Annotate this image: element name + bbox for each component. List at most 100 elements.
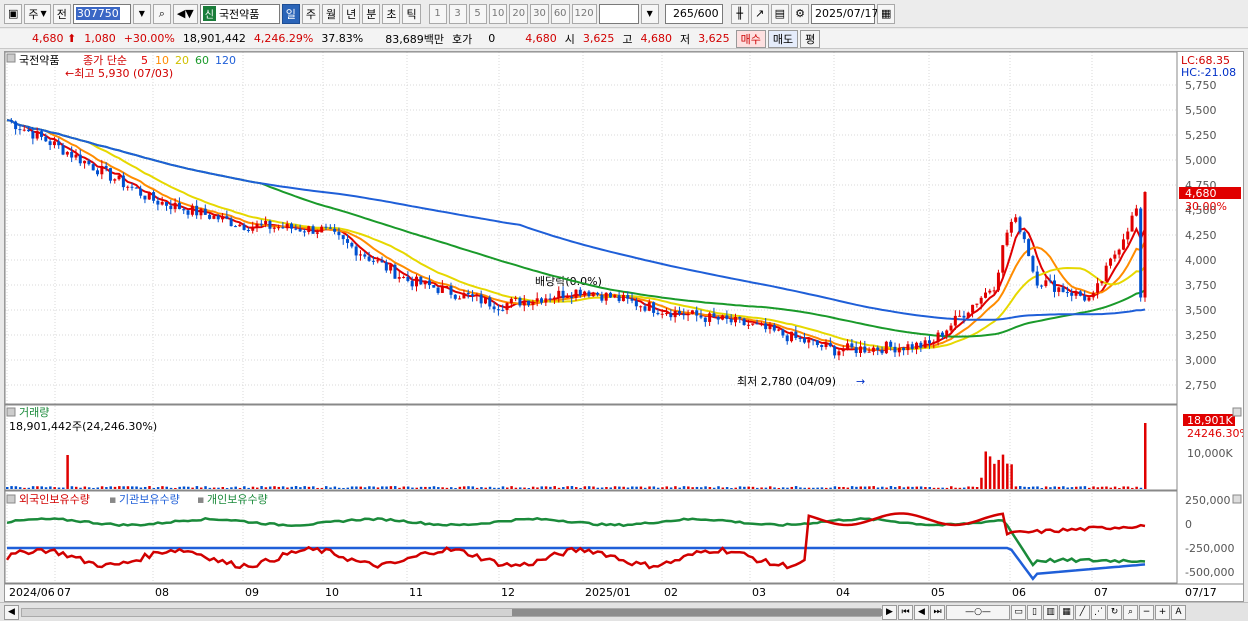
holdings-menu-icon[interactable] [6, 494, 16, 504]
volume-bar [768, 486, 772, 489]
interval-3[interactable]: 3 [448, 3, 467, 24]
candle-body [462, 292, 466, 299]
volume-bar [406, 486, 410, 489]
candle-body [850, 343, 854, 348]
candle-body [324, 226, 328, 228]
candle-body [139, 188, 143, 196]
tab-minute[interactable]: 분 [362, 3, 381, 24]
zoom-out-icon[interactable]: − [1139, 604, 1154, 620]
candle-body [673, 311, 677, 318]
chart-area[interactable]: 국전약품 종가 단순 5 10 20 60 120 ←최고 5,930 (07/… [4, 51, 1244, 602]
eval-button[interactable]: 평 [800, 29, 821, 48]
volume-bar [1139, 487, 1143, 489]
count-input[interactable]: 265/600 [664, 3, 723, 24]
candle-body [893, 346, 897, 353]
auto-icon[interactable]: A [1171, 604, 1186, 620]
candle-body [83, 160, 87, 164]
zoom-in-icon[interactable]: + [1155, 604, 1170, 620]
volume-bar [678, 487, 681, 489]
price-tick-label: 3,000 [1185, 354, 1217, 367]
volume-bar [174, 487, 177, 489]
scroll-thumb[interactable] [512, 608, 882, 616]
volume-bar [131, 486, 134, 489]
candle-body [376, 260, 380, 262]
search-icon[interactable]: ⌕ [152, 3, 171, 24]
volume-bar [945, 487, 949, 489]
go-first-icon[interactable]: ⏮ [898, 604, 913, 620]
interval-120[interactable]: 120 [571, 3, 597, 24]
zoom-icon[interactable]: ⌕ [1123, 604, 1138, 620]
tab-day[interactable]: 일 [281, 3, 300, 24]
hoga-label: 호가 [452, 32, 473, 46]
volume-bar [312, 486, 315, 489]
layout-2-icon[interactable]: ▯ [1027, 604, 1042, 620]
zoom-slider[interactable]: —○— [946, 604, 1010, 620]
candle-body [294, 228, 298, 230]
sell-button[interactable]: 매도 [767, 29, 799, 48]
tab-tick[interactable]: 틱 [402, 3, 421, 24]
draw-multi-icon[interactable]: ⋰ [1091, 604, 1106, 620]
candle-body [639, 306, 643, 308]
draw-line-icon[interactable]: ╱ [1075, 604, 1090, 620]
volume-bar [682, 486, 686, 489]
volume-bar [747, 486, 750, 489]
save-icon[interactable]: ▤ [770, 3, 790, 24]
candle-body [932, 341, 936, 344]
stock-chart[interactable]: 국전약품 종가 단순 5 10 20 60 120 ←최고 5,930 (07/… [5, 52, 1243, 601]
buy-button[interactable]: 매수 [735, 29, 766, 48]
interval-5[interactable]: 5 [468, 3, 487, 24]
code-dropdown-icon[interactable]: ▼ [132, 3, 151, 24]
stock-name-box[interactable]: 신 국전약품 [199, 3, 280, 24]
go-last-icon[interactable]: ⏭ [930, 604, 945, 620]
period-select[interactable]: 주 ▼ [24, 3, 51, 24]
x-axis-label: 08 [155, 586, 169, 599]
refresh-icon[interactable]: ↻ [1107, 604, 1122, 620]
interval-10[interactable]: 10 [488, 3, 508, 24]
interval-30[interactable]: 30 [530, 3, 549, 24]
holdings-close-icon[interactable] [1232, 494, 1242, 504]
scroll-left-icon[interactable]: ◀ [4, 604, 19, 620]
volume-bar [881, 486, 884, 489]
volume-bar [187, 486, 190, 489]
layout-4-icon[interactable]: ▦ [1059, 604, 1074, 620]
candle-body [1074, 291, 1078, 296]
tab-year[interactable]: 년 [342, 3, 361, 24]
volume-bar [596, 487, 600, 489]
volume-bar [169, 487, 173, 489]
scroll-track[interactable] [21, 607, 882, 617]
tab-week[interactable]: 주 [301, 3, 320, 24]
sound-icon[interactable]: ◀▼ [172, 3, 198, 24]
calendar-icon[interactable]: ▦ [877, 3, 896, 24]
tab-second[interactable]: 초 [382, 3, 401, 24]
interval-20[interactable]: 20 [509, 3, 529, 24]
volume-bar [1066, 487, 1069, 489]
gear-icon[interactable]: ⚙ [791, 3, 810, 24]
draw-tool-icon[interactable]: ↗ [750, 3, 769, 24]
layout-3-icon[interactable]: ▥ [1043, 604, 1058, 620]
interval-1[interactable]: 1 [428, 3, 447, 24]
candle-body [113, 179, 117, 181]
volume-close-icon[interactable] [1232, 407, 1242, 417]
interval-custom-input[interactable] [598, 3, 639, 24]
candle-body [992, 290, 996, 292]
volume-bar [553, 486, 556, 489]
volume-bar [165, 486, 168, 489]
volume-bar [674, 486, 677, 489]
interval-dropdown-icon[interactable]: ▼ [640, 3, 659, 24]
panel-menu-icon[interactable] [6, 53, 16, 63]
volume-bar [1135, 486, 1138, 489]
stock-code-input[interactable]: 307750 [72, 3, 131, 24]
volume-menu-icon[interactable] [6, 407, 16, 417]
candle-body [695, 310, 699, 316]
window-menu-icon[interactable]: ▣ [4, 3, 23, 24]
date-input[interactable]: 2025/07/17 [811, 3, 878, 24]
holdings-ticks: 250,000 0 -250,000 -500,000 [1185, 494, 1234, 579]
scroll-right-icon[interactable]: ▶ [882, 604, 897, 620]
candle-body [591, 292, 595, 297]
prev-button[interactable]: 전 [52, 3, 71, 24]
candle-type-icon[interactable]: ╫ [730, 3, 749, 24]
tab-month[interactable]: 월 [321, 3, 341, 24]
interval-60[interactable]: 60 [550, 3, 570, 24]
layout-1-icon[interactable]: ▭ [1011, 604, 1026, 620]
go-prev-icon[interactable]: ◀ [914, 604, 929, 620]
